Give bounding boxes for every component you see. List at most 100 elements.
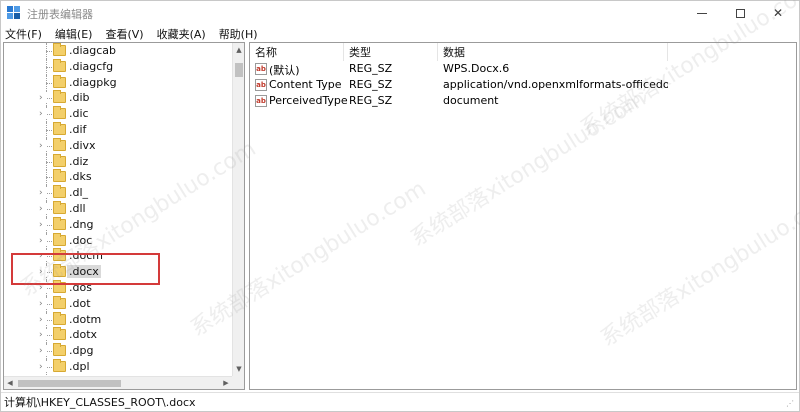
horizontal-scroll-thumb[interactable]: [18, 380, 121, 387]
window-title: 注册表编辑器: [27, 8, 93, 21]
tree-item[interactable]: › .dotm: [4, 312, 232, 328]
value-row[interactable]: ab Content Type REG_SZ application/vnd.o…: [250, 77, 796, 93]
value-row[interactable]: ab (默认) REG_SZ WPS.Docx.6: [250, 61, 796, 77]
tree-item-label: .doc: [69, 234, 93, 247]
column-header-type[interactable]: 类型: [344, 43, 438, 61]
scroll-down-arrow-icon[interactable]: ▼: [233, 362, 244, 376]
resize-grip-icon[interactable]: ⋰: [786, 399, 796, 409]
tree-item[interactable]: .dks: [4, 169, 232, 185]
tree-item[interactable]: › .dll: [4, 201, 232, 217]
tree-item[interactable]: › .dib: [4, 90, 232, 106]
folder-icon: [53, 217, 66, 230]
tree-item-label: .dif: [69, 123, 87, 136]
folder-icon: [53, 154, 66, 167]
menu-favorites[interactable]: 收藏夹(A): [157, 26, 206, 42]
tree-item[interactable]: › .dic: [4, 106, 232, 122]
tree-item-label: .dks: [69, 170, 92, 183]
folder-icon: [53, 43, 66, 56]
registry-editor-app-icon: [7, 6, 20, 19]
tree-item[interactable]: .diagpkg: [4, 75, 232, 91]
expand-chevron-icon[interactable]: ›: [39, 346, 47, 356]
expand-chevron-icon[interactable]: ›: [39, 141, 47, 151]
menu-view[interactable]: 查看(V): [105, 26, 143, 42]
value-name: PerceivedType: [269, 94, 348, 107]
folder-icon: [53, 233, 66, 246]
value-type: REG_SZ: [349, 78, 393, 91]
string-value-icon: ab: [255, 63, 267, 75]
string-value-icon: ab: [255, 95, 267, 107]
title-bar[interactable]: 注册表编辑器 ✕: [1, 1, 799, 25]
expand-chevron-icon[interactable]: ›: [39, 204, 47, 214]
expand-chevron-icon[interactable]: ›: [39, 93, 47, 103]
close-button[interactable]: ✕: [759, 1, 797, 25]
column-header-data[interactable]: 数据: [438, 43, 668, 61]
folder-icon: [53, 169, 66, 182]
scroll-corner: [232, 376, 244, 389]
tree-item[interactable]: › .dotx: [4, 327, 232, 343]
tree-item-label: .diagpkg: [69, 76, 117, 89]
folder-icon: [53, 312, 66, 325]
expand-chevron-icon[interactable]: ›: [39, 220, 47, 230]
tree-item[interactable]: .diagcab: [4, 43, 232, 59]
status-path: 计算机\HKEY_CLASSES_ROOT\.docx: [4, 396, 196, 409]
menu-bar: 文件(F) 编辑(E) 查看(V) 收藏夹(A) 帮助(H): [1, 25, 799, 42]
folder-icon: [53, 359, 66, 372]
expand-chevron-icon[interactable]: ›: [39, 299, 47, 309]
key-tree-pane[interactable]: .diagcab .diagcfg .diagpkg › .dib › .dic .dif ›.…: [3, 42, 245, 390]
tree-item[interactable]: › .doc: [4, 233, 232, 249]
tree-item-label: .dpg: [69, 344, 94, 357]
minimize-icon: [697, 12, 707, 14]
value-row[interactable]: ab PerceivedType REG_SZ document: [250, 93, 796, 109]
scroll-up-arrow-icon[interactable]: ▲: [233, 43, 244, 57]
tree-connector-line: [46, 51, 52, 52]
tree-item[interactable]: .diz: [4, 154, 232, 170]
folder-icon: [53, 122, 66, 135]
folder-icon: [53, 138, 66, 151]
tree-item-label: .divx: [69, 139, 96, 152]
value-type: REG_SZ: [349, 94, 393, 107]
folder-icon: [53, 201, 66, 214]
folder-icon: [53, 296, 66, 309]
tree-item[interactable]: .diagcfg: [4, 59, 232, 75]
menu-edit[interactable]: 编辑(E): [55, 26, 93, 42]
tree-item-label: .dl_: [69, 186, 89, 199]
value-name: Content Type: [269, 78, 342, 91]
vertical-scroll-thumb[interactable]: [235, 63, 243, 77]
tree-item[interactable]: › .dng: [4, 217, 232, 233]
string-value-icon: ab: [255, 79, 267, 91]
expand-chevron-icon[interactable]: ›: [39, 188, 47, 198]
menu-file[interactable]: 文件(F): [5, 26, 42, 42]
tree-item[interactable]: › .dl_: [4, 185, 232, 201]
expand-chevron-icon[interactable]: ›: [39, 236, 47, 246]
folder-icon: [53, 185, 66, 198]
folder-icon: [53, 75, 66, 88]
maximize-button[interactable]: [721, 1, 759, 25]
tree-connector-line: [46, 162, 52, 163]
value-data: WPS.Docx.6: [443, 62, 510, 75]
expand-chevron-icon[interactable]: ›: [39, 362, 47, 372]
tree-item[interactable]: › .dpl: [4, 359, 232, 375]
tree-item-label: .dll: [69, 202, 86, 215]
folder-icon: [53, 327, 66, 340]
folder-icon: [53, 106, 66, 119]
tree-horizontal-scrollbar[interactable]: ◀ ▶: [4, 376, 232, 389]
tree-item-label: .diagcab: [69, 44, 117, 57]
tree-item[interactable]: › .divx: [4, 138, 232, 154]
value-type: REG_SZ: [349, 62, 393, 75]
expand-chevron-icon[interactable]: ›: [39, 315, 47, 325]
expand-chevron-icon[interactable]: ›: [39, 330, 47, 340]
tree-connector-line: [46, 177, 52, 178]
tree-item[interactable]: › .dot: [4, 296, 232, 312]
scroll-right-arrow-icon[interactable]: ▶: [220, 377, 232, 389]
scroll-left-arrow-icon[interactable]: ◀: [4, 377, 16, 389]
value-data: document: [443, 94, 499, 107]
status-bar: 计算机\HKEY_CLASSES_ROOT\.docx ⋰: [1, 392, 799, 411]
expand-chevron-icon[interactable]: ›: [39, 109, 47, 119]
menu-help[interactable]: 帮助(H): [219, 26, 258, 42]
minimize-button[interactable]: [683, 1, 721, 25]
tree-item[interactable]: .dif: [4, 122, 232, 138]
tree-vertical-scrollbar[interactable]: ▲ ▼: [232, 43, 244, 376]
column-header-name[interactable]: 名称: [250, 43, 344, 61]
tree-item[interactable]: › .dpg: [4, 343, 232, 359]
values-pane[interactable]: 名称 类型 数据 ab (默认) REG_SZ WPS.Docx.6 ab Co…: [249, 42, 797, 390]
